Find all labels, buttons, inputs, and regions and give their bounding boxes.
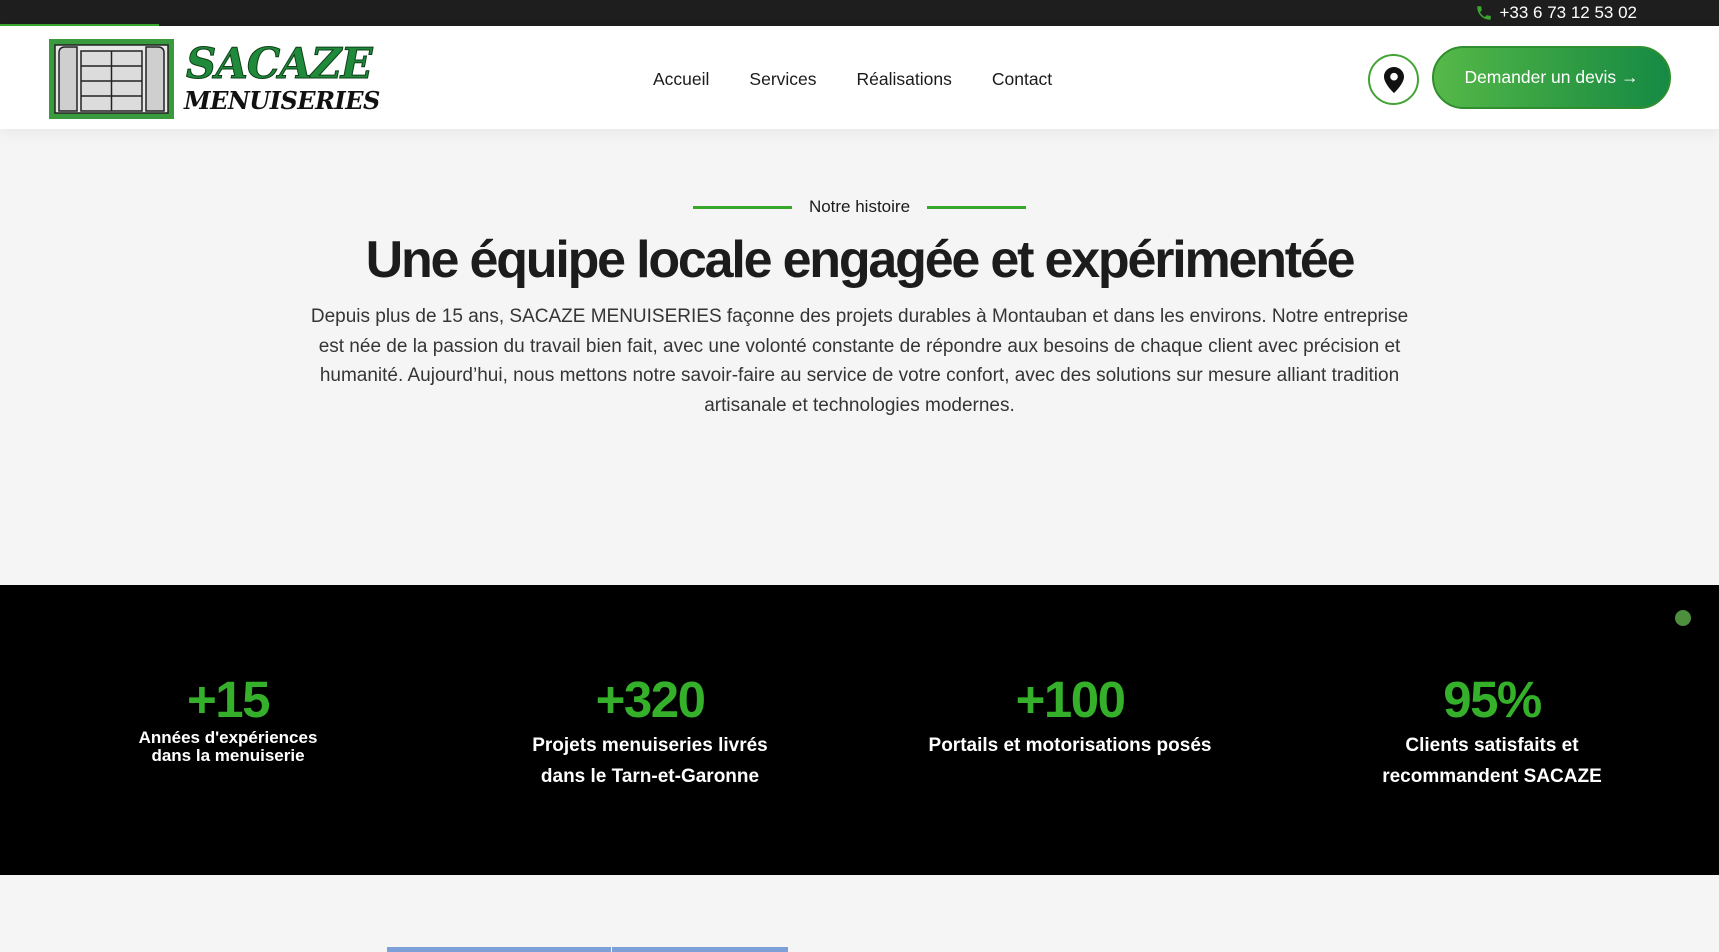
stat-label-line1: Portails et motorisations posés	[928, 735, 1212, 756]
nav-realisations[interactable]: Réalisations	[857, 68, 952, 90]
stat-label-line2: dans le Tarn-et-Garonne	[540, 766, 760, 787]
eyebrow-line-right	[927, 205, 1027, 209]
section-description: Depuis plus de 15 ans, SACAZE MENUISERIE…	[310, 306, 1409, 416]
location-button[interactable]	[1368, 54, 1419, 105]
stat-experience: +15 Années d'expériences dans la menuise…	[128, 670, 328, 766]
top-bar: +33 6 73 12 53 02	[0, 0, 1719, 26]
stat-satisfaction: 95% Clients satisfaits et recommandent S…	[1342, 670, 1642, 792]
logo-subtitle: MENUISERIES	[184, 86, 380, 115]
bottom-card-edge-left	[387, 947, 611, 952]
stat-label-line2: dans la menuiserie	[151, 746, 305, 765]
stat-label-line1: Projets menuiseries livrés	[532, 735, 768, 756]
section-title: Une équipe locale engagée et expérimenté…	[365, 231, 1356, 289]
phone-icon	[1477, 6, 1492, 20]
stat-value: +320	[595, 671, 706, 728]
stat-portails: +100 Portails et motorisations posés	[900, 670, 1240, 761]
stat-value: +15	[186, 671, 271, 728]
stat-label-line1: Années d'expériences	[138, 728, 318, 747]
stat-value: 95%	[1443, 671, 1542, 728]
request-quote-button[interactable]: Demander un devis →	[1432, 46, 1671, 109]
eyebrow-text: Notre histoire	[808, 197, 911, 216]
logo[interactable]: SACAZE MENUISERIES	[49, 37, 380, 119]
scroll-indicator-dot	[1675, 610, 1691, 626]
nav-contact[interactable]: Contact	[992, 68, 1052, 90]
main-nav: Accueil Services Réalisations Contact	[653, 68, 1052, 90]
bottom-card-edge-right	[612, 947, 788, 952]
section-eyebrow: Notre histoire	[0, 197, 1719, 217]
nav-services[interactable]: Services	[749, 68, 816, 90]
stat-label-line1: Clients satisfaits et	[1405, 735, 1579, 756]
stat-value: +100	[1015, 671, 1126, 728]
phone-link[interactable]: +33 6 73 12 53 02	[1475, 2, 1637, 24]
stats-section: +15 Années d'expériences dans la menuise…	[0, 585, 1719, 875]
eyebrow-line-left	[692, 205, 792, 209]
phone-number: +33 6 73 12 53 02	[1499, 3, 1637, 22]
stat-projects: +320 Projets menuiseries livrés dans le …	[500, 670, 800, 792]
stat-label-line2: recommandent SACAZE	[1382, 766, 1602, 787]
logo-name: SACAZE	[186, 39, 374, 88]
logo-window-icon	[49, 39, 174, 119]
map-pin-icon	[1383, 66, 1404, 93]
nav-accueil[interactable]: Accueil	[653, 68, 709, 90]
